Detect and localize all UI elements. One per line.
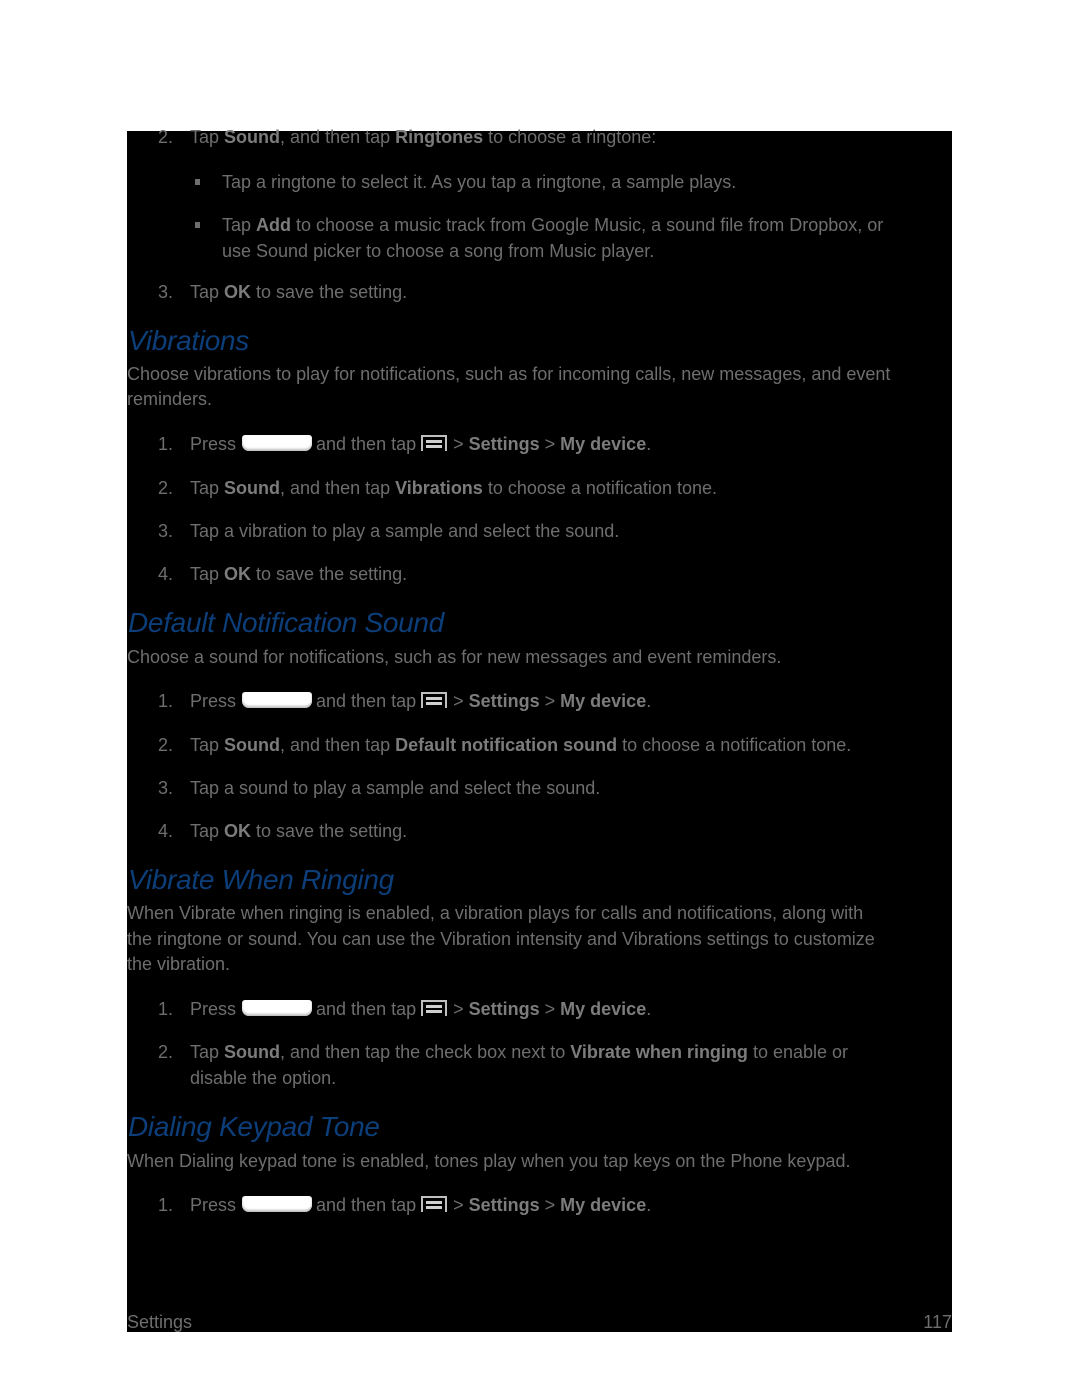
step-number: 2. [158, 735, 174, 755]
step-text: Tap Sound, and then tap Default notifica… [190, 735, 852, 755]
menu-icon [421, 1000, 448, 1016]
step-number: 2. [158, 1042, 174, 1062]
home-key-icon [242, 1000, 313, 1016]
bold-term: My device [560, 1195, 647, 1215]
step-text: Press and then tap > Settings > My device. [190, 999, 652, 1019]
vibrate-ringing-desc-line3: the vibration. [127, 954, 231, 974]
step-number: 4. [158, 821, 174, 841]
bullet-text: Tap Add to choose a music track from Goo… [222, 215, 884, 235]
bold-term: OK [224, 282, 252, 302]
step-number: 1. [158, 1195, 174, 1215]
bold-term: Ringtones [395, 127, 484, 147]
step-text: Tap OK to save the setting. [190, 564, 408, 584]
step-number: 3. [158, 521, 174, 541]
dialing-keypad-desc: When Dialing keypad tone is enabled, ton… [127, 1151, 851, 1171]
step-number: 2. [158, 478, 174, 498]
bullet-text: Tap a ringtone to select it. As you tap … [222, 172, 737, 192]
footer-page-number: 117 [923, 1312, 952, 1332]
document-page: 2. Tap Sound, and then tap Ringtones to … [127, 127, 952, 1332]
footer-section-title: Settings [127, 1312, 193, 1332]
bullet-icon [195, 179, 200, 185]
step-text: Tap a sound to play a sample and select … [190, 778, 601, 798]
step-text: Press and then tap > Settings > My device. [190, 1195, 652, 1215]
bullet-icon [195, 222, 200, 228]
step-text: Tap OK to save the setting. [190, 821, 408, 841]
home-key-icon [242, 692, 313, 708]
vibrations-desc-line1: Choose vibrations to play for notificati… [127, 364, 891, 384]
bold-term: Sound [224, 127, 281, 147]
step-text: Tap Sound, and then tap Vibrations to ch… [190, 478, 717, 498]
menu-icon [421, 1196, 448, 1212]
step-text: Tap Sound, and then tap Ringtones to cho… [190, 127, 657, 147]
bold-term: OK [224, 564, 252, 584]
step-text: Tap Sound, and then tap the check box ne… [190, 1042, 849, 1062]
bold-term: My device [560, 691, 647, 711]
heading-vibrations: Vibrations [128, 325, 250, 356]
heading-default-notification-sound: Default Notification Sound [128, 607, 444, 638]
bold-term: Vibrate when ringing [570, 1042, 748, 1062]
bold-term: Sound [224, 478, 281, 498]
bold-term: Settings [468, 999, 540, 1019]
bold-term: Settings [468, 691, 540, 711]
bold-term: Vibrations [395, 478, 483, 498]
step-number: 1. [158, 999, 174, 1019]
bold-term: Add [256, 215, 292, 235]
menu-icon [421, 435, 448, 451]
step-number: 3. [158, 282, 174, 302]
step-text: Tap a vibration to play a sample and sel… [190, 521, 620, 541]
heading-dialing-keypad-tone: Dialing Keypad Tone [128, 1111, 380, 1142]
step-number: 1. [158, 434, 174, 454]
default-notification-desc: Choose a sound for notifications, such a… [127, 647, 782, 667]
bold-term: Settings [468, 434, 540, 454]
step-text: Press and then tap > Settings > My device. [190, 691, 652, 711]
step-number: 3. [158, 778, 174, 798]
home-key-icon [242, 435, 313, 451]
bold-term: Settings [468, 1195, 540, 1215]
step-text: Press and then tap > Settings > My device. [190, 434, 652, 454]
bold-term: My device [560, 999, 647, 1019]
vibrate-ringing-desc-line1: When Vibrate when ringing is enabled, a … [127, 903, 864, 923]
menu-icon [421, 692, 448, 708]
step-number: 4. [158, 564, 174, 584]
step-number: 2. [158, 127, 174, 147]
bold-term: Sound [224, 735, 281, 755]
vibrate-ringing-desc-line2: the ringtone or sound. You can use the V… [127, 929, 875, 949]
bold-term: Default notification sound [395, 735, 618, 755]
bullet-text-line2: use Sound picker to choose a song from M… [222, 240, 655, 261]
vibrations-desc-line2: reminders. [127, 389, 213, 409]
step-number: 1. [158, 691, 174, 711]
step-text: Tap OK to save the setting. [190, 282, 408, 302]
step-text-line2: disable the option. [190, 1067, 337, 1088]
bold-term: OK [224, 821, 252, 841]
home-key-icon [242, 1196, 313, 1212]
bold-term: My device [560, 434, 647, 454]
bold-term: Sound [224, 1042, 281, 1062]
heading-vibrate-when-ringing: Vibrate When Ringing [128, 864, 394, 895]
